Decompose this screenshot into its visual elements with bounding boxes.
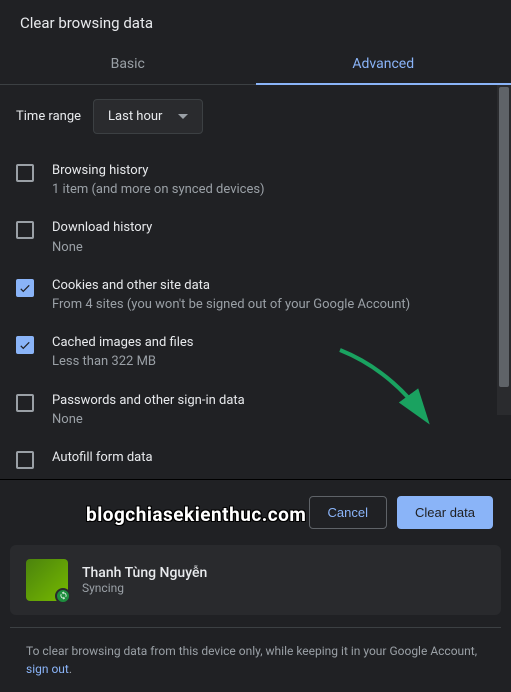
time-range-value: Last hour [108, 109, 162, 124]
option-row[interactable]: Download history None [16, 209, 481, 266]
option-subtitle: 1 item (and more on synced devices) [52, 181, 481, 199]
scrollbar-thumb[interactable] [499, 87, 509, 387]
clear-data-button[interactable]: Clear data [397, 496, 493, 529]
option-subtitle: None [52, 239, 481, 257]
time-range-select[interactable]: Last hour [93, 99, 203, 134]
checkbox[interactable] [16, 221, 34, 239]
option-row[interactable]: Cached images and filesLess than 322 MB [16, 324, 481, 381]
sign-out-link[interactable]: sign out [26, 662, 69, 676]
watermark: blogchiasekienthuc.com [86, 503, 306, 526]
tab-advanced[interactable]: Advanced [256, 44, 511, 84]
sync-badge-icon [55, 588, 71, 604]
option-title: Cookies and other site data [52, 277, 481, 295]
option-subtitle: From 4 sites (you won't be signed out of… [52, 296, 481, 314]
checkbox[interactable] [16, 279, 34, 297]
checkbox[interactable] [16, 394, 34, 412]
option-title: Autofill form data [52, 449, 481, 467]
option-row[interactable]: Cookies and other site dataFrom 4 sites … [16, 267, 481, 324]
option-title: Passwords and other sign-in data [52, 392, 481, 410]
checkbox[interactable] [16, 336, 34, 354]
dialog-content: Time range Last hour Browsing history1 i… [0, 85, 497, 479]
option-subtitle: None [52, 411, 481, 429]
profile-card: Thanh Tùng Nguyễn Syncing [10, 545, 501, 615]
dialog-title: Clear browsing data [0, 0, 511, 44]
footer-suffix: . [69, 662, 72, 676]
option-row[interactable]: Passwords and other sign-in dataNone [16, 382, 481, 439]
footer-note: To clear browsing data from this device … [10, 627, 501, 692]
option-subtitle: Less than 322 MB [52, 353, 481, 371]
footer-text: To clear browsing data from this device … [26, 644, 477, 658]
option-row[interactable]: Autofill form data [16, 439, 481, 479]
profile-name: Thanh Tùng Nguyễn [82, 565, 207, 581]
option-title: Download history [52, 219, 481, 237]
tab-basic[interactable]: Basic [0, 44, 256, 84]
clear-browsing-data-dialog: Clear browsing data Basic Advanced Time … [0, 0, 511, 692]
avatar [26, 559, 68, 601]
option-title: Cached images and files [52, 334, 481, 352]
cancel-button[interactable]: Cancel [309, 496, 387, 529]
checkbox[interactable] [16, 451, 34, 469]
time-range-label: Time range [16, 109, 81, 124]
checkbox[interactable] [16, 164, 34, 182]
tabs: Basic Advanced [0, 44, 511, 85]
chevron-down-icon [178, 109, 188, 124]
option-title: Browsing history [52, 162, 481, 180]
scrollbar[interactable] [497, 85, 511, 415]
option-row[interactable]: Browsing history1 item (and more on sync… [16, 152, 481, 209]
profile-status: Syncing [82, 581, 207, 595]
